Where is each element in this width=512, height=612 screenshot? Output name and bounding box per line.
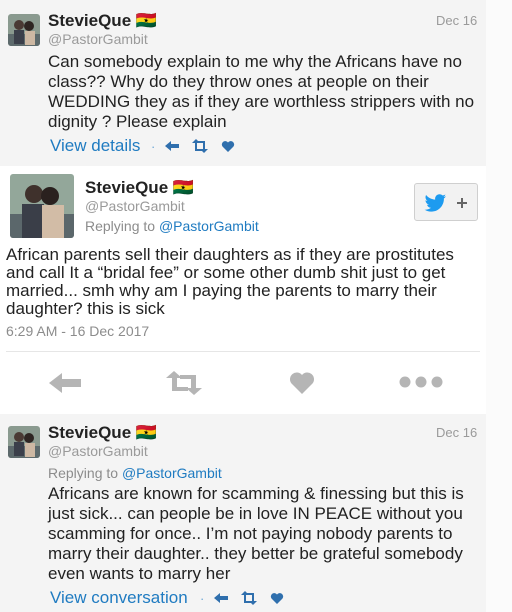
- retweet-icon[interactable]: [191, 139, 209, 153]
- user-handle[interactable]: @PastorGambit: [48, 443, 148, 459]
- replying-prefix: Replying to: [85, 218, 159, 234]
- tweet-text: African parents sell their daughters as …: [6, 245, 454, 318]
- tweet-date[interactable]: Dec 16: [436, 425, 477, 440]
- view-conversation-link[interactable]: View conversation: [50, 588, 188, 608]
- retweet-icon[interactable]: [240, 591, 258, 605]
- separator-dot: ·: [151, 139, 156, 154]
- user-handle[interactable]: @PastorGambit: [85, 198, 185, 214]
- tweet-date[interactable]: Dec 16: [436, 13, 477, 28]
- reply-icon[interactable]: [213, 591, 229, 605]
- page-margin: [486, 0, 512, 612]
- replying-user-link[interactable]: @PastorGambit: [122, 465, 222, 481]
- replying-prefix: Replying to: [48, 465, 122, 481]
- avatar[interactable]: [8, 14, 40, 46]
- separator-dot: ·: [200, 591, 205, 606]
- avatar[interactable]: [8, 426, 40, 458]
- tweet-3[interactable]: StevieQue 🇬🇭 @PastorGambit Dec 16 Replyi…: [0, 414, 486, 612]
- user-handle[interactable]: @PastorGambit: [48, 31, 148, 47]
- tweet-text: Can somebody explain to me why the Afric…: [48, 52, 475, 131]
- heart-icon[interactable]: [289, 371, 315, 395]
- display-name[interactable]: StevieQue 🇬🇭: [48, 11, 157, 31]
- display-name[interactable]: StevieQue 🇬🇭: [48, 423, 157, 443]
- heart-icon[interactable]: [221, 140, 235, 153]
- reply-icon[interactable]: [48, 372, 82, 394]
- more-icon[interactable]: [399, 376, 443, 388]
- display-name[interactable]: StevieQue 🇬🇭: [85, 178, 194, 198]
- tweet-1[interactable]: StevieQue 🇬🇭 @PastorGambit Dec 16 Can so…: [0, 0, 486, 166]
- reply-icon[interactable]: [164, 139, 180, 153]
- tweet-timestamp[interactable]: 6:29 AM - 16 Dec 2017: [6, 323, 149, 339]
- follow-button[interactable]: [414, 183, 478, 221]
- heart-icon[interactable]: [270, 592, 284, 605]
- replying-user-link[interactable]: @PastorGambit: [159, 218, 259, 234]
- divider: [6, 351, 480, 352]
- view-details-link[interactable]: View details: [50, 136, 140, 156]
- retweet-icon[interactable]: [164, 371, 204, 395]
- twitter-follow-icon: [424, 194, 467, 212]
- replying-to: Replying to @PastorGambit: [85, 218, 259, 234]
- replying-to: Replying to @PastorGambit: [48, 465, 222, 481]
- tweet-text: Africans are known for scamming & finess…: [48, 484, 464, 583]
- avatar[interactable]: [10, 174, 74, 238]
